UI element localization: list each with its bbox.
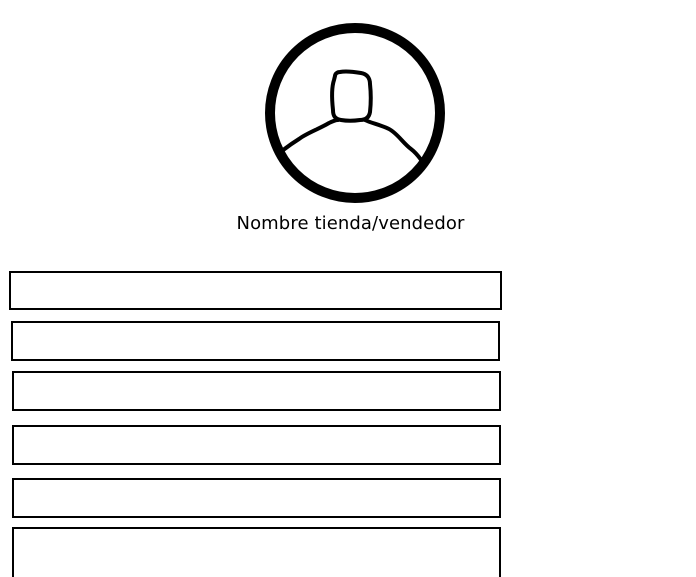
form-field-2[interactable] <box>11 321 500 361</box>
form-field-6[interactable] <box>12 527 501 577</box>
form-field-4[interactable] <box>12 425 501 465</box>
user-avatar-icon <box>265 23 445 203</box>
store-name-label: Nombre tienda/vendedor <box>236 213 465 234</box>
form-field-1[interactable] <box>9 271 502 310</box>
form-field-5[interactable] <box>12 478 501 518</box>
form-field-3[interactable] <box>12 371 501 411</box>
avatar[interactable] <box>263 21 447 205</box>
